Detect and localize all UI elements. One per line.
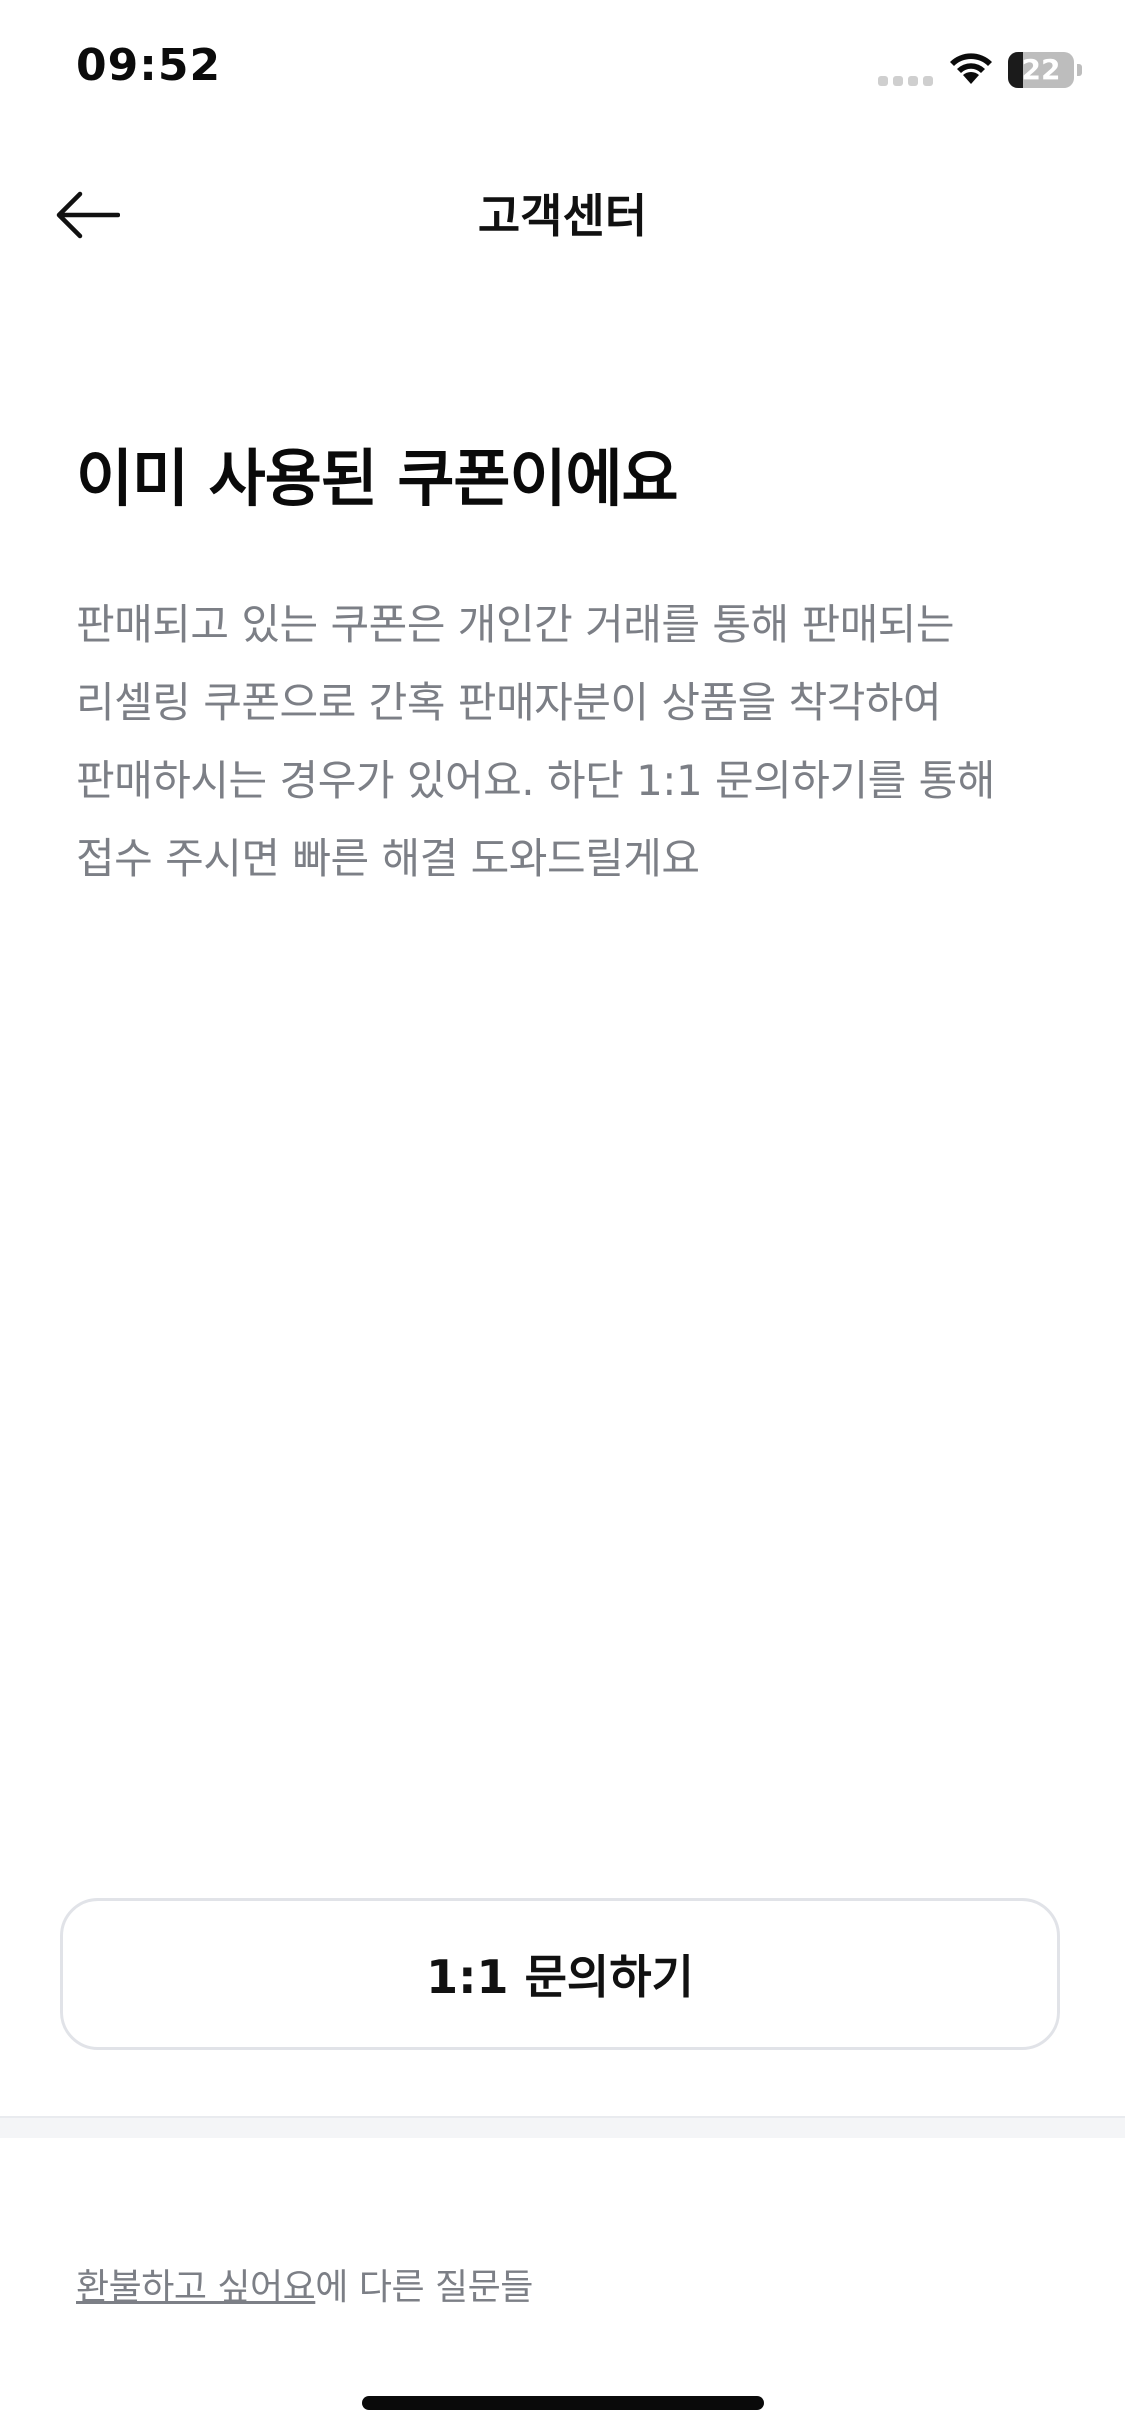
answer-body: 판매되고 있는 쿠폰은 개인간 거래를 통해 판매되는 리셀링 쿠폰으로 간혹 … bbox=[76, 600, 995, 883]
page-title: 고객센터 bbox=[477, 189, 648, 243]
home-indicator[interactable] bbox=[362, 2396, 764, 2410]
one-to-one-inquiry-button[interactable]: 1:1 문의하기 bbox=[60, 1898, 1060, 2050]
wifi-icon bbox=[950, 53, 992, 84]
section-divider bbox=[0, 2116, 1125, 2138]
related-questions-suffix: 에 다른 질문들 bbox=[315, 2267, 533, 2308]
answer-headline: 이미 사용된 쿠폰이에요 bbox=[76, 442, 679, 515]
related-questions: 환불하고 싶어요에 다른 질문들 bbox=[76, 2258, 533, 2310]
related-category-link[interactable]: 환불하고 싶어요 bbox=[76, 2267, 316, 2308]
battery-icon: 22 bbox=[1008, 52, 1082, 88]
battery-level: 22 bbox=[1021, 53, 1061, 86]
status-time: 09:52 bbox=[76, 40, 222, 91]
status-bar: 09:52 22 bbox=[0, 0, 1125, 140]
cellular-signal-icon bbox=[878, 76, 933, 86]
